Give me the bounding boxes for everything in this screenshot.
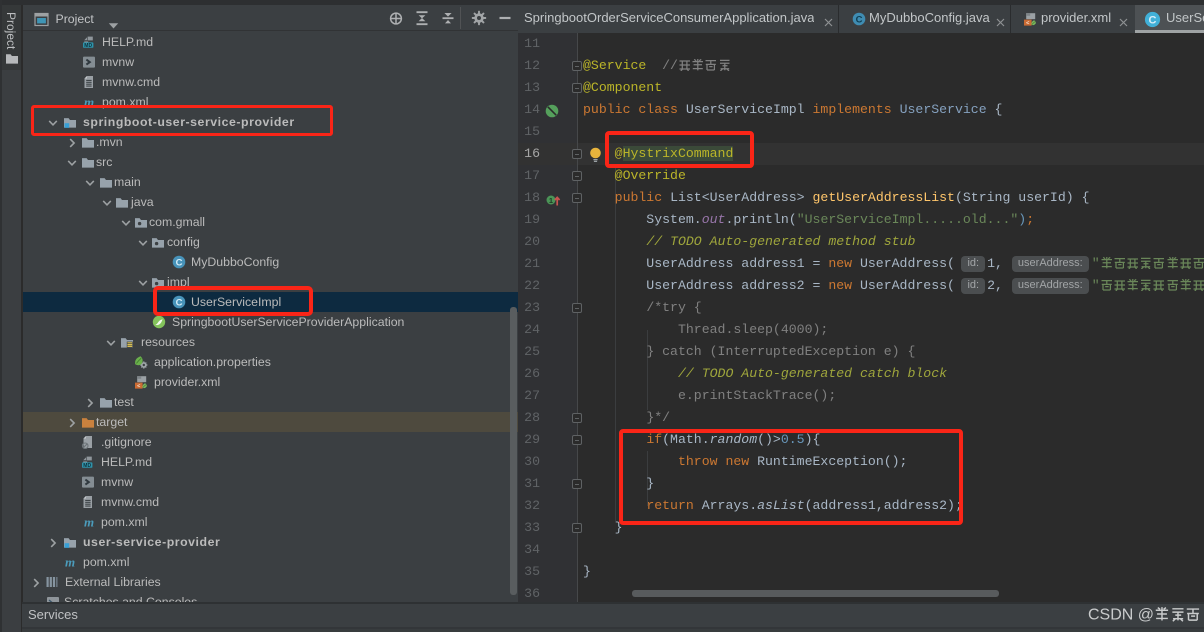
svg-text:1: 1 [549,196,553,205]
svg-text:MD: MD [83,463,91,469]
svg-text:<: < [1026,21,1029,26]
svg-text:C: C [856,14,863,25]
svg-text:m: m [84,515,94,529]
svg-text:C: C [1149,15,1157,27]
svg-text:<: < [137,384,140,389]
svg-text:m: m [65,555,75,569]
svg-text:C: C [176,257,183,268]
svg-text:MD: MD [84,43,92,49]
